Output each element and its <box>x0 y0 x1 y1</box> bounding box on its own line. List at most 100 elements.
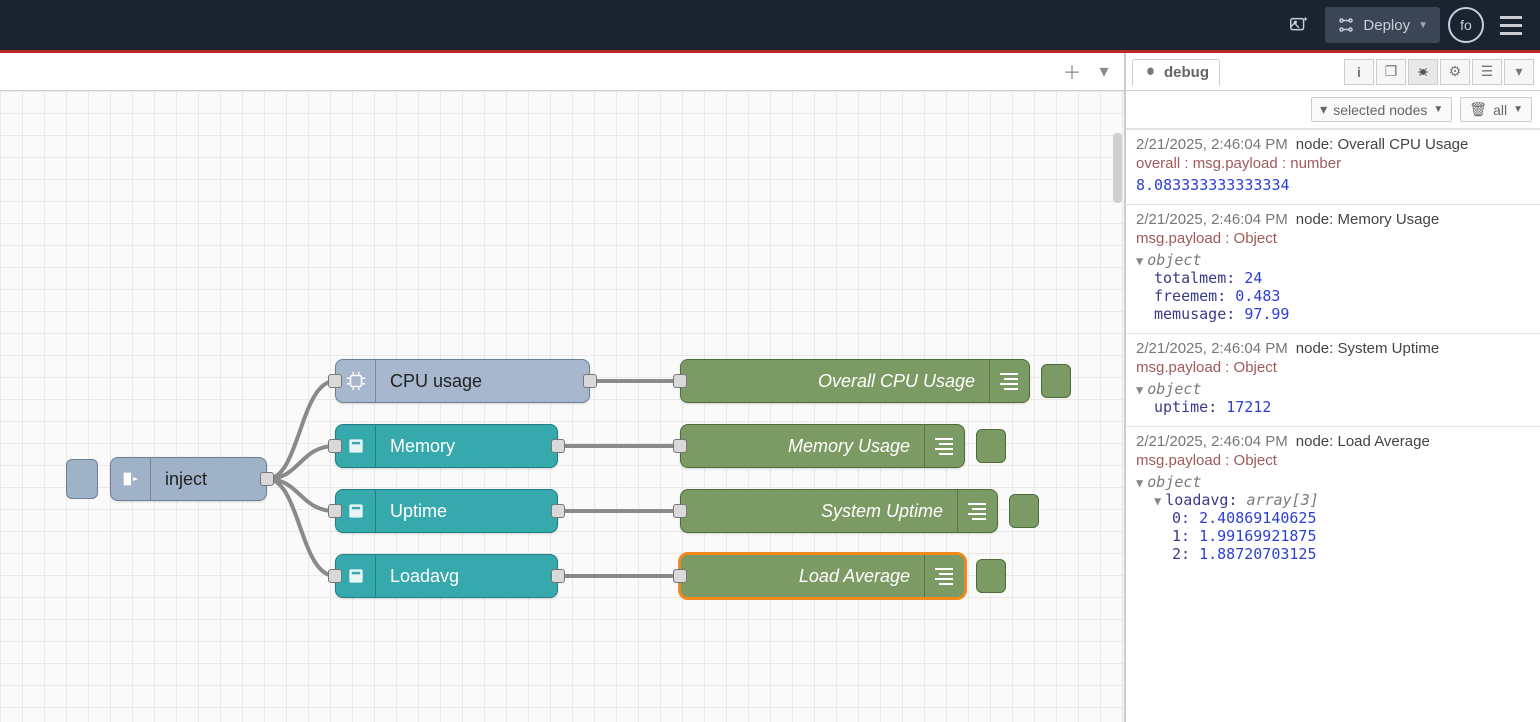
debug-toggle[interactable] <box>1041 364 1071 398</box>
arr-idx: 0 <box>1172 509 1181 527</box>
msg-meta: msg.payload : Object <box>1136 452 1530 469</box>
debug-msg-cpu[interactable]: 2/21/2025, 2:46:04 PM node: Overall CPU … <box>1126 129 1540 204</box>
node-debug-uptime[interactable]: System Uptime <box>680 489 998 533</box>
node-debug-uptime-label: System Uptime <box>681 501 957 522</box>
sidebar: debug i ❐ ⚙ ☰ ▾ ▾ selected nodes ▼ 🗑 a <box>1125 53 1540 722</box>
stack-icon[interactable]: ☰ <box>1472 59 1502 85</box>
gear-icon[interactable]: ⚙ <box>1440 59 1470 85</box>
server-icon <box>336 490 376 532</box>
debug-icon <box>957 490 997 532</box>
scrollbar[interactable] <box>1113 133 1122 203</box>
debug-msg-uptime[interactable]: 2/21/2025, 2:46:04 PM node: System Uptim… <box>1126 333 1540 426</box>
msg-meta: msg.payload : Object <box>1136 230 1530 247</box>
node-memory-label: Memory <box>376 436 557 457</box>
workspace: ＋ ▾ <box>0 53 1125 722</box>
deploy-label: Deploy <box>1363 17 1410 34</box>
port-in[interactable] <box>328 569 342 583</box>
port-out[interactable] <box>551 504 565 518</box>
port-in[interactable] <box>328 439 342 453</box>
msg-timestamp: 2/21/2025, 2:46:04 PM <box>1136 136 1288 153</box>
info-icon[interactable]: i <box>1344 59 1374 85</box>
trash-icon: 🗑 <box>1469 101 1487 118</box>
arr-val: 2.40869140625 <box>1199 509 1316 527</box>
debug-msg-loadavg[interactable]: 2/21/2025, 2:46:04 PM node: Load Average… <box>1126 426 1540 573</box>
sidebar-tabs: debug i ❐ ⚙ ☰ ▾ <box>1126 53 1540 91</box>
arr-val: 1.88720703125 <box>1199 545 1316 563</box>
node-cpu-label: CPU usage <box>376 371 589 392</box>
node-memory[interactable]: Memory <box>335 424 558 468</box>
avatar[interactable]: fo <box>1448 7 1484 43</box>
debug-msg-memory[interactable]: 2/21/2025, 2:46:04 PM node: Memory Usage… <box>1126 204 1540 333</box>
tab-menu-chevron-icon[interactable]: ▾ <box>1092 60 1116 84</box>
prop-val: 17212 <box>1226 398 1271 416</box>
flow-canvas[interactable]: inject CPU usage <box>0 91 1124 722</box>
port-out[interactable] <box>260 472 274 486</box>
debug-messages: 2/21/2025, 2:46:04 PM node: Overall CPU … <box>1126 129 1540 722</box>
tab-debug[interactable]: debug <box>1132 59 1220 86</box>
avatar-initials: fo <box>1460 17 1472 33</box>
port-in[interactable] <box>328 374 342 388</box>
book-icon[interactable]: ❐ <box>1376 59 1406 85</box>
prop-val: 97.99 <box>1244 305 1289 323</box>
port-out[interactable] <box>551 569 565 583</box>
tab-debug-label: debug <box>1164 64 1209 81</box>
clear-all-label: all <box>1493 102 1507 118</box>
obj-type: object <box>1147 251 1201 269</box>
msg-timestamp: 2/21/2025, 2:46:04 PM <box>1136 433 1288 450</box>
node-debug-loadavg-label: Load Average <box>681 566 924 587</box>
caret-icon[interactable]: ▼ <box>1136 476 1143 490</box>
node-loadavg-label: Loadavg <box>376 566 557 587</box>
node-debug-loadavg[interactable]: Load Average <box>680 554 965 598</box>
node-debug-cpu[interactable]: Overall CPU Usage <box>680 359 1030 403</box>
image-sparkle-icon[interactable] <box>1281 7 1317 43</box>
filter-label: selected nodes <box>1333 102 1427 118</box>
inject-trigger-button[interactable] <box>66 459 98 499</box>
msg-node-name: node: Memory Usage <box>1296 211 1439 228</box>
arr-idx: 2 <box>1172 545 1181 563</box>
prop-val: 0.483 <box>1235 287 1280 305</box>
chevron-down-icon: ▼ <box>1418 20 1428 31</box>
port-in[interactable] <box>673 374 687 388</box>
port-in[interactable] <box>673 439 687 453</box>
node-debug-memory[interactable]: Memory Usage <box>680 424 965 468</box>
flow-tabs-bar: ＋ ▾ <box>0 53 1124 91</box>
sidebar-menu-chevron-icon[interactable]: ▾ <box>1504 59 1534 85</box>
node-uptime[interactable]: Uptime <box>335 489 558 533</box>
port-out[interactable] <box>551 439 565 453</box>
chevron-down-icon: ▼ <box>1433 104 1443 115</box>
node-loadavg[interactable]: Loadavg <box>335 554 558 598</box>
caret-icon[interactable]: ▼ <box>1154 494 1161 508</box>
msg-node-name: node: System Uptime <box>1296 340 1439 357</box>
port-out[interactable] <box>583 374 597 388</box>
msg-node-name: node: Load Average <box>1296 433 1430 450</box>
debug-icon <box>924 555 964 597</box>
server-icon <box>336 425 376 467</box>
menu-icon[interactable] <box>1492 8 1530 43</box>
debug-toggle[interactable] <box>1009 494 1039 528</box>
port-in[interactable] <box>673 504 687 518</box>
msg-timestamp: 2/21/2025, 2:46:04 PM <box>1136 340 1288 357</box>
caret-icon[interactable]: ▼ <box>1136 383 1143 397</box>
filter-selected-nodes[interactable]: ▾ selected nodes ▼ <box>1311 97 1452 122</box>
port-in[interactable] <box>673 569 687 583</box>
debug-toolbar: ▾ selected nodes ▼ 🗑 all ▼ <box>1126 91 1540 129</box>
arr-val: 1.99169921875 <box>1199 527 1316 545</box>
debug-toggle[interactable] <box>976 429 1006 463</box>
node-inject[interactable]: inject <box>110 457 267 501</box>
node-debug-memory-label: Memory Usage <box>681 436 924 457</box>
port-in[interactable] <box>328 504 342 518</box>
prop-key: totalmem <box>1154 269 1226 287</box>
bug-icon[interactable] <box>1408 59 1438 85</box>
obj-type: object <box>1147 380 1201 398</box>
debug-icon <box>989 360 1029 402</box>
prop-key: memusage <box>1154 305 1226 323</box>
add-tab-icon[interactable]: ＋ <box>1060 60 1084 84</box>
clear-all-button[interactable]: 🗑 all ▼ <box>1460 97 1532 122</box>
node-cpu[interactable]: CPU usage <box>335 359 590 403</box>
debug-toggle[interactable] <box>976 559 1006 593</box>
array-type: array[3] <box>1247 491 1319 509</box>
node-debug-cpu-label: Overall CPU Usage <box>681 371 989 392</box>
deploy-button[interactable]: Deploy ▼ <box>1325 7 1440 43</box>
wires <box>0 91 1124 722</box>
caret-icon[interactable]: ▼ <box>1136 254 1143 268</box>
